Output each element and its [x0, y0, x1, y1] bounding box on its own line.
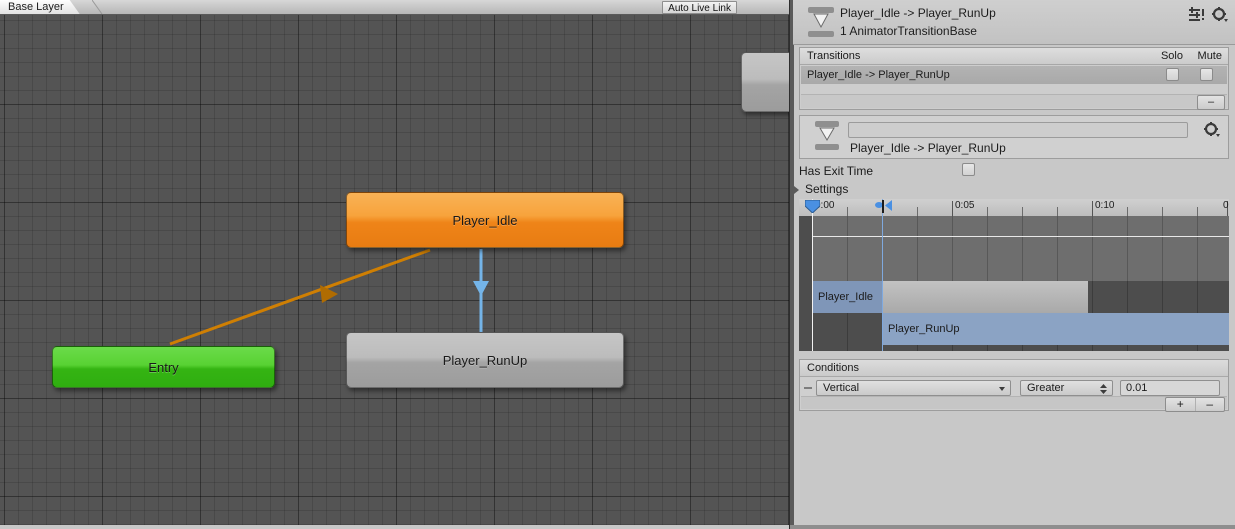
transition-solo-checkbox[interactable]	[1166, 68, 1179, 81]
transition-name-card: Player_Idle -> Player_RunUp	[799, 115, 1229, 159]
transitions-header: Transitions Solo Mute	[800, 48, 1228, 65]
auto-live-link-button[interactable]: Auto Live Link	[662, 1, 737, 14]
transition-name-subtitle: Player_Idle -> Player_RunUp	[850, 141, 1006, 155]
condition-operator-dropdown[interactable]: Greater	[1020, 380, 1113, 396]
condition-value-input[interactable]	[1120, 380, 1220, 396]
graph-node-player-runup[interactable]: Player_RunUp	[346, 332, 624, 388]
graph-node-player-idle[interactable]: Player_Idle	[346, 192, 624, 248]
breadcrumb-bar: Base Layer Auto Live Link	[0, 0, 789, 15]
conditions-footer: + –	[801, 396, 1227, 412]
inspector-bottom-edge	[790, 525, 1235, 529]
transitions-header-label: Transitions	[807, 50, 861, 62]
graph-node-label: Player_RunUp	[442, 352, 528, 368]
timeline-tick-label: 0:05	[955, 200, 975, 211]
breadcrumb-separator-icon	[92, 0, 103, 14]
timeline-blend-curve	[812, 236, 1229, 237]
timeline-transition-marker-handle[interactable]	[875, 200, 893, 213]
inspector-header: Player_Idle -> Player_RunUp 1 AnimatorTr…	[793, 0, 1235, 45]
transitions-solo-label: Solo	[1160, 50, 1183, 62]
gear-icon[interactable]	[1204, 122, 1220, 138]
transition-list-row[interactable]: Player_Idle -> Player_RunUp	[801, 66, 1227, 84]
timeline-tick-label: 0:10	[1095, 200, 1115, 211]
conditions-header-label: Conditions	[807, 362, 859, 374]
animator-window: Player_Idle Player_RunUp Entry Base Laye…	[0, 0, 1235, 529]
settings-foldout[interactable]: Settings	[794, 181, 1229, 197]
chevron-right-icon	[794, 186, 799, 194]
condition-row: Vertical Greater	[800, 379, 1228, 397]
timeline-playhead-line	[812, 199, 813, 351]
conditions-panel: Conditions Vertical Greater 0.01 + –	[799, 359, 1229, 412]
chevron-updown-icon	[1100, 384, 1107, 394]
timeline-playhead-handle[interactable]	[805, 200, 820, 213]
transitions-mute-label: Mute	[1197, 50, 1222, 62]
chevron-down-icon	[999, 387, 1005, 391]
transition-list-row-label: Player_Idle -> Player_RunUp	[807, 69, 950, 81]
remove-condition-button[interactable]: –	[1194, 398, 1225, 411]
add-condition-button[interactable]: +	[1166, 398, 1195, 411]
inspector-pane: Player_Idle -> Player_RunUp 1 AnimatorTr…	[789, 0, 1235, 529]
transitions-footer: –	[801, 94, 1227, 110]
transition-icon	[815, 121, 839, 150]
conditions-buttons: + –	[1165, 397, 1225, 412]
graph-node-entry[interactable]: Entry	[52, 346, 275, 388]
timeline-clip-idle-tail[interactable]	[882, 281, 1088, 313]
breadcrumb-base-layer[interactable]: Base Layer	[0, 0, 80, 14]
transition-mute-checkbox[interactable]	[1200, 68, 1213, 81]
timeline-blend-area[interactable]	[812, 216, 1229, 281]
condition-operator-label: Greater	[1027, 382, 1065, 394]
animator-graph-pane: Player_Idle Player_RunUp Entry Base Laye…	[0, 0, 789, 529]
gear-icon[interactable]	[1212, 7, 1228, 23]
preset-icon[interactable]	[1188, 7, 1204, 23]
inspector-title: Player_Idle -> Player_RunUp	[840, 6, 996, 20]
timeline-clip-label: Player_Idle	[818, 291, 874, 303]
condition-parameter-dropdown[interactable]: Vertical	[816, 380, 1011, 396]
auto-live-link-label: Auto Live Link	[668, 3, 731, 14]
graph-node-label: Entry	[148, 359, 179, 375]
has-exit-time-row: Has Exit Time	[799, 163, 1229, 179]
graph-node-clipped[interactable]	[741, 52, 789, 112]
timeline-transition-marker-line	[882, 199, 883, 351]
timeline-body[interactable]: Player_Idle Player_RunUp	[799, 216, 1229, 351]
condition-parameter-label: Vertical	[823, 382, 860, 394]
conditions-header: Conditions	[800, 360, 1228, 377]
graph-node-label: Player_Idle	[452, 212, 518, 228]
has-exit-time-checkbox[interactable]	[962, 163, 975, 176]
remove-transition-button[interactable]: –	[1197, 95, 1225, 110]
graph-bottom-edge	[0, 525, 789, 529]
breadcrumb-label: Base Layer	[8, 1, 64, 13]
timeline-ruler[interactable]: 0:00 0:05 0:10 0	[799, 199, 1229, 216]
has-exit-time-label: Has Exit Time	[799, 164, 874, 178]
graph-grid-background[interactable]	[0, 14, 789, 529]
transitions-panel: Transitions Solo Mute Player_Idle -> Pla…	[799, 47, 1229, 110]
drag-handle-icon[interactable]	[804, 387, 812, 389]
transition-timeline[interactable]: 0:00 0:05 0:10 0 Player_Idle Player_RunU…	[799, 199, 1229, 351]
inspector-subtitle: 1 AnimatorTransitionBase	[840, 24, 977, 38]
settings-label: Settings	[805, 182, 849, 196]
inspector-header-icons	[1188, 7, 1228, 23]
inspector-scroll-track[interactable]	[790, 0, 794, 529]
transition-name-input[interactable]	[848, 122, 1188, 138]
timeline-tick-label: 0	[1223, 200, 1229, 211]
transition-icon	[808, 7, 834, 37]
timeline-clip-label: Player_RunUp	[888, 323, 960, 335]
